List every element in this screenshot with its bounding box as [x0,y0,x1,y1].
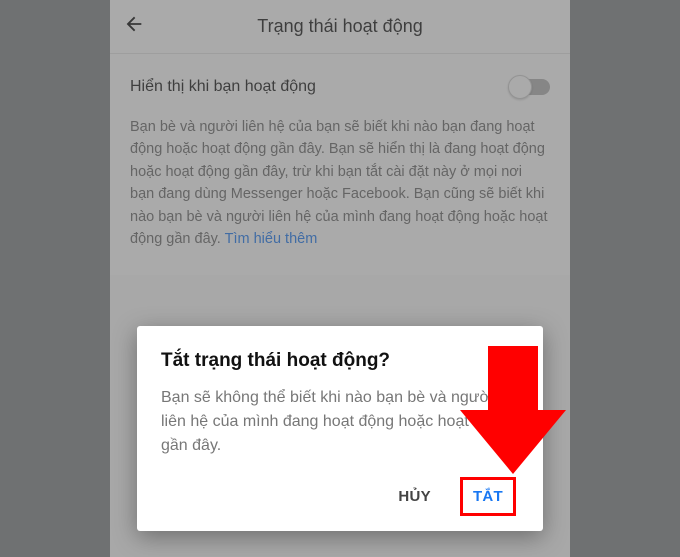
dialog-body: Bạn sẽ không thể biết khi nào bạn bè và … [161,386,519,458]
active-status-row[interactable]: Hiển thị khi bạn hoạt động [110,54,570,102]
description-text: Bạn bè và người liên hệ của bạn sẽ biết … [130,119,547,247]
dialog-actions: HỦY TẮT [161,480,519,519]
dialog-title: Tắt trạng thái hoạt động? [161,350,519,372]
header-bar: Trạng thái hoạt động [110,0,570,54]
confirm-button[interactable]: TẮT [463,480,513,513]
settings-screen: Trạng thái hoạt động Hiển thị khi bạn ho… [110,0,570,557]
page-title: Trạng thái hoạt động [110,16,570,37]
active-status-description: Bạn bè và người liên hệ của bạn sẽ biết … [110,102,570,275]
learn-more-link[interactable]: Tìm hiểu thêm [225,231,318,247]
active-status-label: Hiển thị khi bạn hoạt động [130,78,510,96]
cancel-button[interactable]: HỦY [388,480,441,513]
active-status-toggle[interactable] [510,79,550,95]
confirm-dialog: Tắt trạng thái hoạt động? Bạn sẽ không t… [137,326,543,531]
